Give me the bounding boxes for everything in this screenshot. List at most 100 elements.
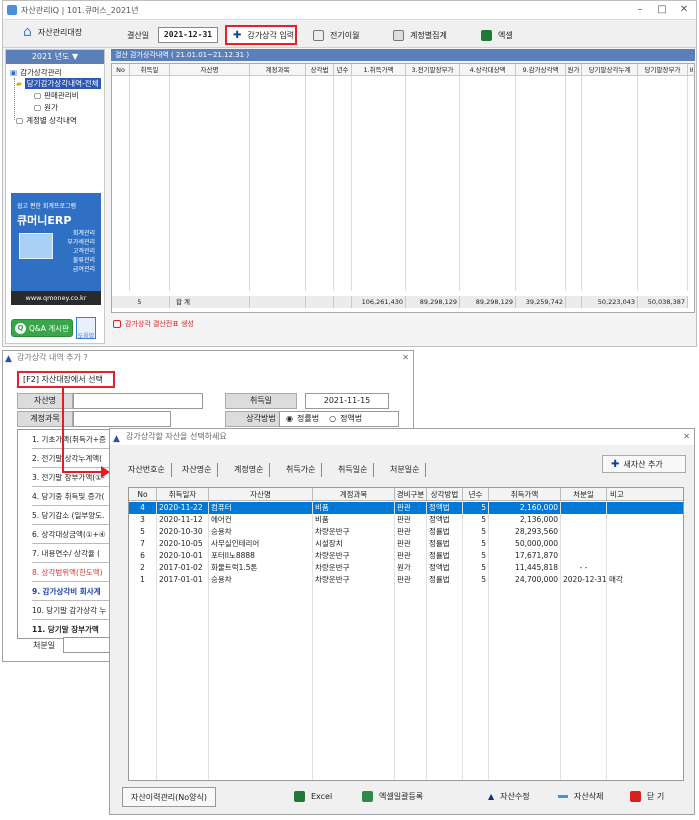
table-cell: 11,445,818 [489,562,561,574]
table-row[interactable]: 1 2017-01-01 승용차 차량운반구 판관 정률법 5 24,700,000 2020-… [129,574,683,586]
tree-item-current[interactable]: ▰ 당기감가상각내역-전체 [16,78,101,89]
asset-ledger-button[interactable]: ⌂ 자산관리대장 [23,24,82,40]
delete-asset-button[interactable]: 자산삭제 [558,791,603,802]
tree-root[interactable]: ▣ 감가상각관리 [10,67,62,78]
account-summary-button[interactable]: 계정별집계 [393,27,447,43]
grid-divider [515,76,516,291]
close-icon[interactable]: ✕ [675,3,693,17]
select-from-ledger-button[interactable]: [F2] 자산대장에서 선택 [17,371,115,388]
table-cell: 5 [463,562,489,574]
add-asset-button[interactable]: ✚ 새자산 추가 [602,455,686,473]
minimize-icon[interactable]: – [631,3,649,17]
table-row[interactable]: 2 2017-01-02 화물트럭1.5톤 차량운반구 원가 정액법 5 11,445,818… [129,562,683,574]
table-cell: 차량운반구 [313,574,395,586]
grid-header: 취득일 [130,64,170,76]
asset-list[interactable]: No 취득일자 자산명 계정과목 경비구분 상각방법 년수 취득가액 처분일 비… [128,487,684,781]
tab-asset-name[interactable]: 자산명순 [176,463,219,477]
table-cell: 판관 [395,574,427,586]
depreciation-panel: 결산 감가상각내역 ( 21.01.01~21.12.31 ) No 취득일 자… [111,49,695,345]
help-button[interactable]: 도움말 [76,317,96,340]
asset-history-button[interactable]: 자산이력관리(No양식) [122,787,217,807]
table-row[interactable]: 3 2020-11-12 에어컨 비품 판관 정액법 5 2,136,000 [129,514,683,526]
depreciation-grid[interactable]: No 취득일 자산명 계정과목 상각법 년수 1.취득가액 3.전기말장부가 4… [111,63,695,313]
table-cell: 1 [129,574,157,586]
table-cell [607,538,683,550]
account-label: 계정과목 [17,411,73,427]
table-cell: 5 [463,526,489,538]
grid-divider [333,76,334,291]
table-cell: 5 [463,574,489,586]
settle-date-input[interactable]: 2021-12-31 [158,27,218,43]
depreciation-input-button[interactable]: ✚ 감가상각 입력 [225,25,297,45]
table-cell: 차량운반구 [313,526,395,538]
document-icon: ▢ [34,91,42,100]
select-asset-dialog: ▲ 감가상각할 자산을 선택하세요 ✕ 자산번호순 자산명순 계정명순 취득가순… [109,428,695,815]
ad-tagline: 쉽고 편한 회계프로그램 [17,203,77,210]
qa-board-button[interactable]: Q Q&A 게시판 [11,319,73,337]
maximize-icon[interactable]: □ [653,3,671,17]
folder-open-icon: ▰ [16,79,22,88]
close-icon[interactable]: ✕ [402,351,409,365]
tab-asset-no[interactable]: 자산번호순 [122,463,172,477]
table-row[interactable]: 5 2020-10-30 승용차 차량운반구 판관 정률법 5 28,293,560 [129,526,683,538]
house-icon: ⌂ [23,24,32,40]
table-row[interactable]: 6 2020-10-01 포터ll노8888 차량운반구 판관 정률법 5 17,671,87… [129,550,683,562]
table-cell: 2,136,000 [489,514,561,526]
table-cell [561,538,607,550]
table-row[interactable]: 4 2020-11-22 컴퓨터 비품 판관 정액법 5 2,160,000 [129,502,683,514]
tab-account[interactable]: 계정명순 [228,463,271,477]
title-bar: 자산관리IQ | 101.큐머스_2021년 – □ ✕ [3,1,696,20]
prev-transfer-button[interactable]: 전기이월 [313,27,359,43]
tree-item-account-detail[interactable]: ▢ 계정별 상각내역 [16,115,77,126]
excel-export-button[interactable]: Excel [294,791,332,802]
edit-asset-button[interactable]: ▲ 자산수정 [488,791,530,802]
radio-icon[interactable]: ○ [329,412,336,426]
arrow-line [62,387,64,473]
grid-divider [129,76,130,291]
table-cell: 컴퓨터 [209,502,313,514]
grid-header: 비 [688,64,694,76]
disposal-date-input[interactable] [63,637,113,653]
grid-header: 당기말장부가 [638,64,688,76]
generate-voucher-link[interactable]: 감가상각 결산전표 생성 [113,319,194,329]
tree-item-cost[interactable]: ▢ 원가 [34,102,58,113]
grid-header: 자산명 [170,64,250,76]
list-header: 계정과목 [313,488,395,501]
list-header: 자산명 [209,488,313,501]
table-cell: 2017-01-01 [157,574,209,586]
table-cell: 사무실인테리어 [209,538,313,550]
excel-upload-button[interactable]: 엑셀일괄등록 [362,791,423,802]
excel-button[interactable]: 엑셀 [481,27,513,43]
total-empty [566,296,582,308]
tab-acq-price[interactable]: 취득가순 [280,463,323,477]
acq-date-input[interactable]: 2021-11-15 [305,393,389,409]
table-row[interactable]: 7 2020-10-05 사무실인테리어 시설장치 판관 정률법 5 50,000,000 [129,538,683,550]
tree-item-sales-admin[interactable]: ▢ 판매관리비 [34,90,79,101]
table-cell: 50,000,000 [489,538,561,550]
table-cell: 2,160,000 [489,502,561,514]
list-header: 취득일자 [157,488,209,501]
year-selector[interactable]: 2021 년도 ▼ [6,50,104,64]
tab-acq-date[interactable]: 취득일순 [332,463,375,477]
table-cell: 2020-11-12 [157,514,209,526]
list-header: 상각방법 [427,488,463,501]
account-input[interactable] [73,411,171,427]
total-prev-book: 89,298,129 [406,296,460,308]
table-cell: 비품 [313,502,395,514]
table-cell: 정률법 [427,526,463,538]
calculator-icon [393,29,404,41]
ad-brand: 큐머니ERP [17,214,72,227]
total-empty [334,296,352,308]
close-icon[interactable]: ✕ [683,429,690,445]
asset-name-input[interactable] [73,393,203,409]
method-radio-group: ◉ 정률법 ○ 정액법 [279,411,399,427]
grid-header: 9.감가상각액 [516,64,566,76]
tab-disposal-date[interactable]: 처분일순 [384,463,427,477]
grid-divider [637,76,638,291]
close-button[interactable]: 닫 기 [630,791,664,802]
grid-header: 3.전기말장부가 [406,64,460,76]
radio-selected-icon[interactable]: ◉ [286,412,293,426]
ad-banner[interactable]: 쉽고 편한 회계프로그램 큐머니ERP 회계관리 부가세관리 고객관리 물류관리… [11,193,101,305]
table-cell: 원가 [395,562,427,574]
table-cell: 2020-11-22 [157,502,209,514]
